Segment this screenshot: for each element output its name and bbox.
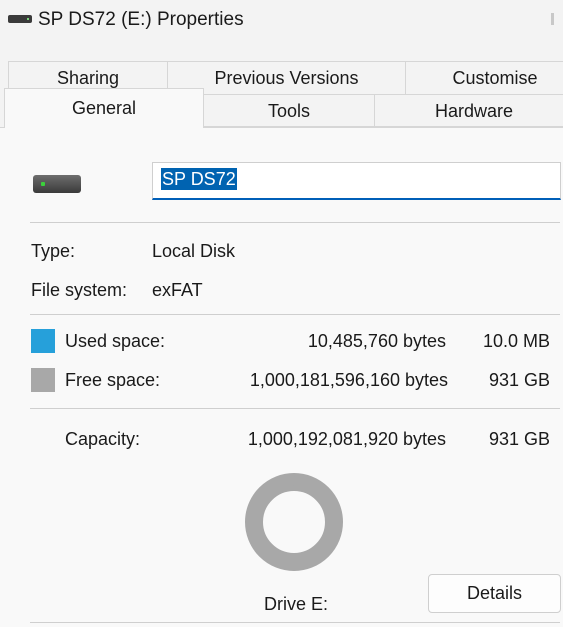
free-space-ring bbox=[245, 473, 343, 571]
tab-tools[interactable]: Tools bbox=[203, 94, 375, 127]
free-space-swatch bbox=[31, 368, 55, 392]
drive-name-input[interactable]: SP DS72 bbox=[152, 162, 561, 200]
divider bbox=[30, 622, 560, 623]
free-space-bytes: 1,000,181,596,160 bytes bbox=[249, 370, 448, 390]
divider bbox=[30, 222, 560, 223]
drive-icon bbox=[33, 175, 81, 193]
details-button[interactable]: Details bbox=[428, 574, 561, 613]
type-label: Type: bbox=[31, 241, 76, 261]
disk-usage-donut bbox=[245, 473, 343, 571]
close-icon[interactable] bbox=[551, 13, 554, 25]
file-system-label: File system: bbox=[31, 280, 128, 300]
type-value: Local Disk bbox=[152, 241, 236, 261]
divider bbox=[30, 408, 560, 409]
tab-customise[interactable]: Customise bbox=[405, 61, 563, 95]
window-title: SP DS72 (E:) Properties bbox=[38, 9, 244, 30]
capacity-bytes: 1,000,192,081,920 bytes bbox=[247, 429, 446, 449]
used-space-size: 10.0 MB bbox=[482, 331, 550, 351]
used-space-bytes: 10,485,760 bytes bbox=[307, 331, 446, 351]
tab-general[interactable]: General bbox=[4, 88, 204, 128]
drive-icon bbox=[8, 15, 32, 23]
tab-hardware[interactable]: Hardware bbox=[374, 94, 563, 127]
file-system-value: exFAT bbox=[152, 280, 203, 300]
drive-name-value: SP DS72 bbox=[161, 168, 237, 190]
capacity-label: Capacity: bbox=[65, 429, 141, 449]
title-bar: SP DS72 (E:) Properties bbox=[0, 0, 563, 44]
used-space-label: Used space: bbox=[65, 331, 166, 351]
free-space-size: 931 GB bbox=[488, 370, 550, 390]
divider bbox=[30, 314, 560, 315]
free-space-label: Free space: bbox=[65, 370, 161, 390]
drive-label: Drive E: bbox=[264, 594, 329, 614]
used-space-swatch bbox=[31, 329, 55, 353]
capacity-size: 931 GB bbox=[488, 429, 550, 449]
